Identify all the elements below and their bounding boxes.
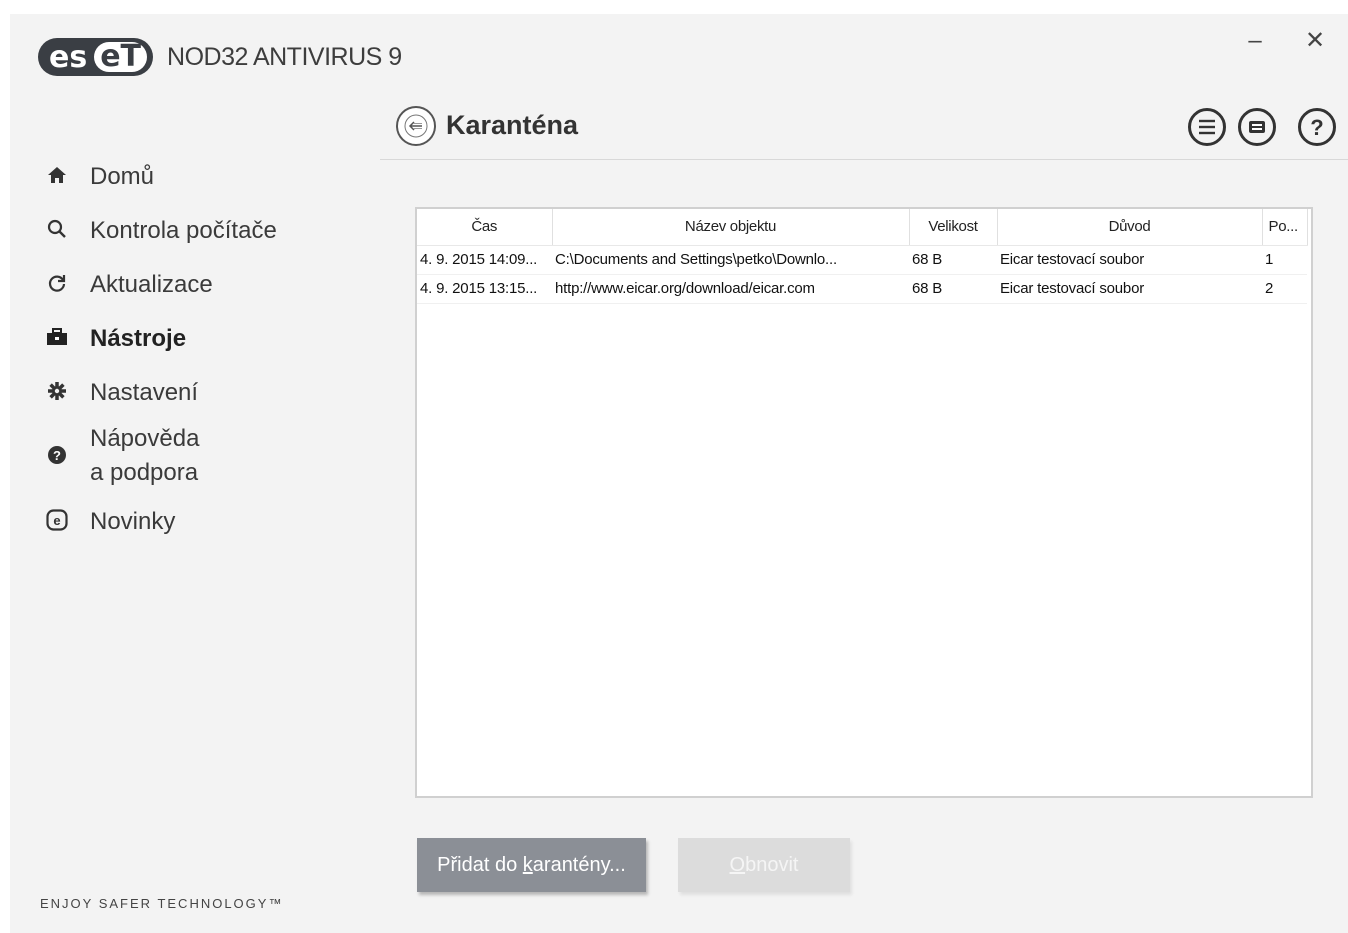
page-header: Karanténa ? bbox=[380, 106, 1348, 160]
restore-button[interactable]: Obnovit bbox=[678, 838, 850, 892]
logo-text-right: eT bbox=[94, 42, 148, 72]
button-accelerator-key: O bbox=[729, 853, 746, 876]
cell-object-name: http://www.eicar.org/download/eicar.com bbox=[552, 274, 909, 304]
sidebar-item-label-line1: Nápověda bbox=[90, 425, 200, 452]
close-button[interactable]: ✕ bbox=[1300, 26, 1330, 56]
sidebar-item-help[interactable]: ? Nápověda a podpora bbox=[42, 422, 199, 490]
button-label-part: Přidat do bbox=[437, 853, 523, 876]
svg-text:?: ? bbox=[53, 448, 61, 463]
search-icon bbox=[42, 214, 72, 244]
logo-badge: es eT bbox=[38, 38, 154, 76]
table-row[interactable]: 4. 9. 2015 13:15... http://www.eicar.org… bbox=[417, 274, 1307, 304]
eset-logo: es eT NOD32 ANTIVIRUS 9 bbox=[38, 38, 402, 76]
column-header-time[interactable]: Čas bbox=[417, 209, 553, 246]
gear-icon bbox=[42, 376, 72, 406]
cell-time: 4. 9. 2015 14:09... bbox=[417, 245, 552, 275]
button-label-part: bnovit bbox=[745, 853, 799, 876]
logo-text-left: es bbox=[49, 39, 88, 75]
list-icon[interactable] bbox=[1188, 108, 1226, 146]
svg-text:?: ? bbox=[1310, 115, 1323, 139]
home-icon bbox=[42, 160, 72, 190]
minimize-button[interactable]: – bbox=[1240, 26, 1270, 56]
table-row[interactable]: 4. 9. 2015 14:09... C:\Documents and Set… bbox=[417, 245, 1307, 275]
cell-size: 68 B bbox=[909, 274, 997, 304]
add-to-quarantine-button[interactable]: Přidat do k arantény... bbox=[417, 838, 646, 892]
cell-count: 2 bbox=[1262, 274, 1307, 304]
table-header-row: Čas Název objektu Velikost Důvod Po... bbox=[417, 209, 1308, 246]
sidebar-item-home[interactable]: Domů bbox=[42, 160, 154, 194]
back-button[interactable] bbox=[396, 106, 436, 146]
toolbox-icon bbox=[42, 322, 72, 352]
menu-icon[interactable] bbox=[1238, 108, 1276, 146]
sidebar-item-computer-scan[interactable]: Kontrola počítače bbox=[42, 214, 277, 248]
sidebar-item-tools[interactable]: Nástroje bbox=[42, 322, 186, 356]
sidebar-item-label: Novinky bbox=[90, 508, 176, 535]
cell-object-name: C:\Documents and Settings\petko\Downlo..… bbox=[552, 245, 909, 275]
sidebar-item-label: Nápověda a podpora bbox=[90, 422, 199, 490]
button-accelerator-key: k bbox=[522, 853, 533, 876]
cell-size: 68 B bbox=[909, 245, 997, 275]
quarantine-table: Čas Název objektu Velikost Důvod Po... 4… bbox=[415, 207, 1313, 798]
refresh-icon bbox=[42, 268, 72, 298]
cell-reason: Eicar testovací soubor bbox=[997, 245, 1262, 275]
cell-count: 1 bbox=[1262, 245, 1307, 275]
sidebar-item-label: Nastavení bbox=[90, 379, 199, 406]
back-arrow-icon bbox=[404, 114, 428, 138]
column-header-reason[interactable]: Důvod bbox=[997, 209, 1263, 246]
page-title: Karanténa bbox=[446, 110, 579, 140]
news-icon: e bbox=[42, 505, 72, 535]
product-name: NOD32 ANTIVIRUS 9 bbox=[167, 42, 402, 71]
column-header-count[interactable]: Po... bbox=[1262, 209, 1308, 246]
svg-text:e: e bbox=[53, 513, 60, 528]
cell-time: 4. 9. 2015 13:15... bbox=[417, 274, 552, 304]
sidebar-item-label: Kontrola počítače bbox=[90, 217, 277, 244]
tagline: ENJOY SAFER TECHNOLOGY™ bbox=[40, 896, 284, 911]
sidebar-item-settings[interactable]: Nastavení bbox=[42, 376, 198, 410]
sidebar-item-news[interactable]: e Novinky bbox=[42, 505, 175, 539]
app-window: es eT NOD32 ANTIVIRUS 9 – ✕ Domů Kontrol… bbox=[10, 14, 1348, 933]
column-header-size[interactable]: Velikost bbox=[909, 209, 998, 246]
sidebar-item-label: Domů bbox=[90, 163, 155, 190]
sidebar-item-label: Nástroje bbox=[90, 325, 187, 352]
cell-reason: Eicar testovací soubor bbox=[997, 274, 1262, 304]
column-header-object-name[interactable]: Název objektu bbox=[552, 209, 910, 246]
sidebar-item-update[interactable]: Aktualizace bbox=[42, 268, 213, 302]
sidebar-item-label: Aktualizace bbox=[90, 271, 213, 298]
sidebar-item-label-line2: a podpora bbox=[90, 459, 199, 486]
button-label-part: arantény... bbox=[532, 853, 626, 876]
help-icon: ? bbox=[42, 440, 72, 470]
help-circle-icon[interactable]: ? bbox=[1298, 108, 1336, 146]
